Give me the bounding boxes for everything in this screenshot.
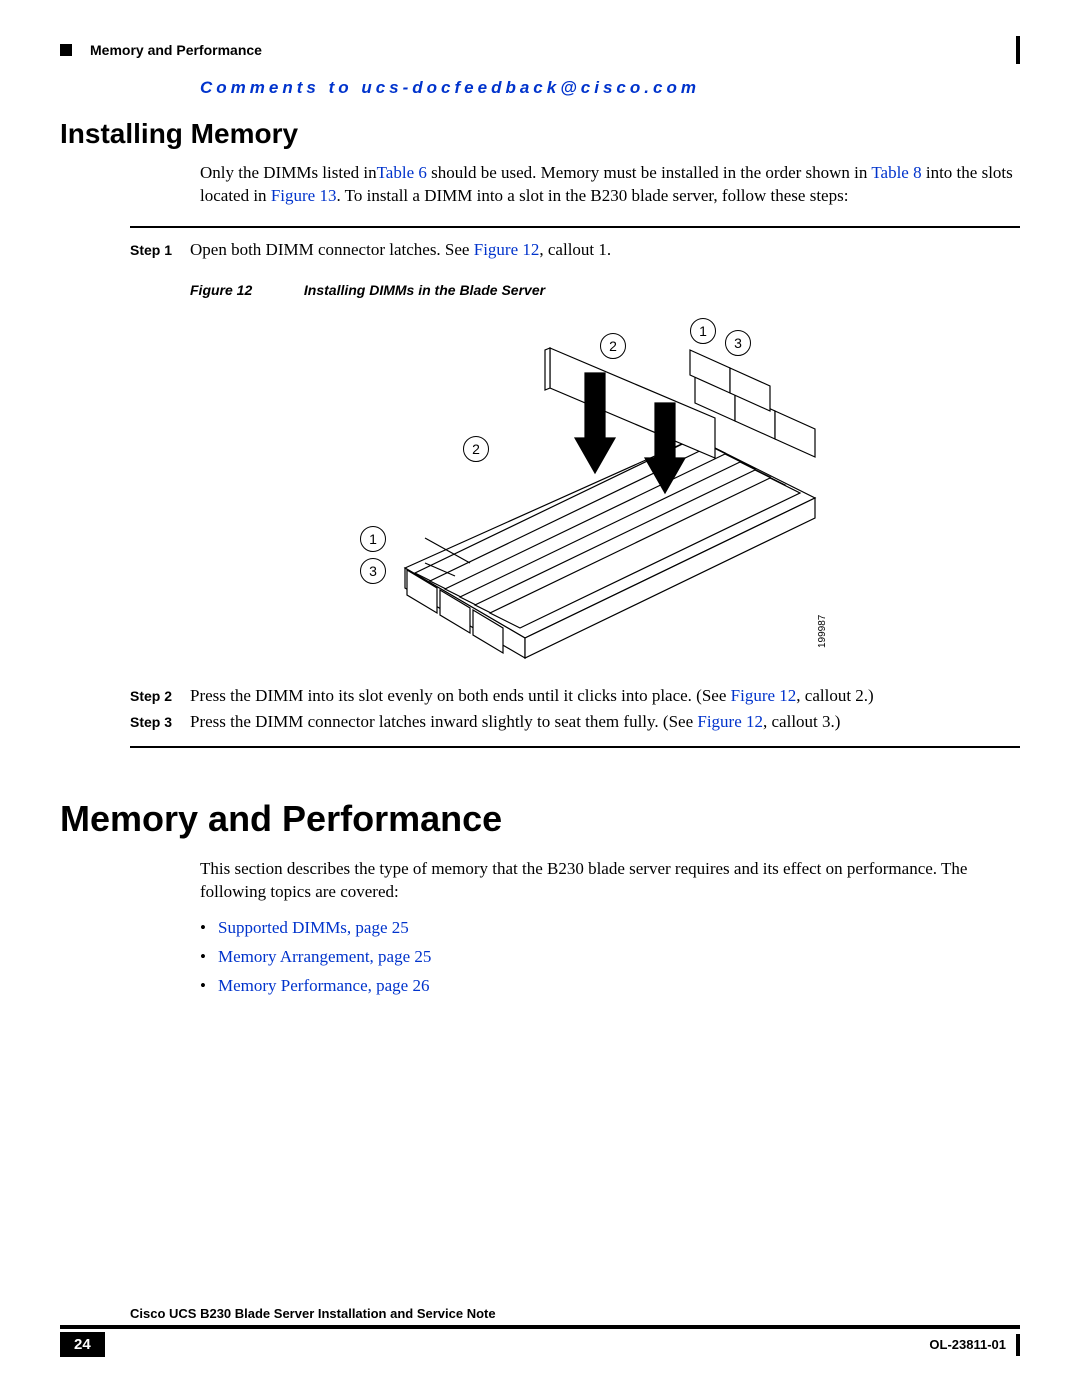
intro-paragraph: Only the DIMMs listed inTable 6 should b… <box>200 162 1020 208</box>
step-rule-bottom <box>130 746 1020 748</box>
step-label: Step 3 <box>130 712 190 732</box>
figure-id-text: 199987 <box>817 614 828 648</box>
feedback-line: Comments to ucs-docfeedback@cisco.com <box>200 78 1020 98</box>
link-memory-performance[interactable]: Memory Performance, page 26 <box>218 976 429 995</box>
header-breadcrumb: Memory and Performance <box>90 42 262 58</box>
step-label: Step 1 <box>130 240 190 260</box>
link-supported-dimms[interactable]: Supported DIMMs, page 25 <box>218 918 409 937</box>
doc-id: OL-23811-01 <box>929 1337 1006 1352</box>
callout-1-top: 1 <box>690 318 716 344</box>
link-table6[interactable]: Table 6 <box>377 163 427 182</box>
footer-title: Cisco UCS B230 Blade Server Installation… <box>130 1306 1020 1321</box>
page-header: Memory and Performance <box>60 40 1020 68</box>
callout-3-left: 3 <box>360 558 386 584</box>
topic-item: •Memory Performance, page 26 <box>200 972 1020 1001</box>
footer-bar-right-icon <box>1016 1334 1020 1356</box>
link-figure13[interactable]: Figure 13 <box>271 186 337 205</box>
intro-text: should be used. Memory must be installed… <box>427 163 871 182</box>
step-text-frag: Open both DIMM connector latches. See <box>190 240 474 259</box>
step-text-frag: Press the DIMM connector latches inward … <box>190 712 697 731</box>
step-label: Step 2 <box>130 686 190 706</box>
step-1: Step 1 Open both DIMM connector latches.… <box>130 240 1020 260</box>
page-number: 24 <box>60 1332 105 1357</box>
link-figure12[interactable]: Figure 12 <box>474 240 540 259</box>
header-square-icon <box>60 44 72 56</box>
step-text: Open both DIMM connector latches. See Fi… <box>190 240 1020 260</box>
link-figure12[interactable]: Figure 12 <box>731 686 797 705</box>
callout-2-top: 2 <box>600 333 626 359</box>
intro-text: Only the DIMMs listed in <box>200 163 377 182</box>
step-text-frag: , callout 1. <box>539 240 611 259</box>
link-figure12[interactable]: Figure 12 <box>697 712 763 731</box>
step-text-frag: , callout 3.) <box>763 712 840 731</box>
step-text: Press the DIMM into its slot evenly on b… <box>190 686 1020 706</box>
footer-row: 24 OL-23811-01 <box>60 1332 1020 1357</box>
step-text: Press the DIMM connector latches inward … <box>190 712 1020 732</box>
bullet-icon: • <box>200 914 218 943</box>
section-heading-memory: Memory and Performance <box>60 798 1020 840</box>
section-intro: This section describes the type of memor… <box>200 858 1020 904</box>
callout-2-left: 2 <box>463 436 489 462</box>
footer-rule <box>60 1325 1020 1329</box>
figure-dimm-install: 199987 1 3 2 2 1 3 <box>295 308 855 668</box>
intro-text: . To install a DIMM into a slot in the B… <box>336 186 848 205</box>
step-text-frag: , callout 2.) <box>796 686 873 705</box>
blade-server-illustration-icon: 199987 <box>295 308 855 668</box>
figure-title: Installing DIMMs in the Blade Server <box>304 282 545 298</box>
figure-caption: Figure 12 Installing DIMMs in the Blade … <box>190 282 1020 298</box>
step-text-frag: Press the DIMM into its slot evenly on b… <box>190 686 731 705</box>
link-table8[interactable]: Table 8 <box>871 163 921 182</box>
steps-block: Step 1 Open both DIMM connector latches.… <box>130 226 1020 748</box>
topic-item: •Memory Arrangement, page 25 <box>200 943 1020 972</box>
page-container: Memory and Performance Comments to ucs-d… <box>0 0 1080 1397</box>
header-bar-right-icon <box>1016 36 1020 64</box>
link-memory-arrangement[interactable]: Memory Arrangement, page 25 <box>218 947 431 966</box>
section-heading-installing: Installing Memory <box>60 118 1020 150</box>
bullet-icon: • <box>200 972 218 1001</box>
step-3: Step 3 Press the DIMM connector latches … <box>130 712 1020 732</box>
step-2: Step 2 Press the DIMM into its slot even… <box>130 686 1020 706</box>
callout-1-left: 1 <box>360 526 386 552</box>
figure-number: Figure 12 <box>190 282 300 298</box>
page-footer: Cisco UCS B230 Blade Server Installation… <box>60 1306 1020 1357</box>
topic-item: •Supported DIMMs, page 25 <box>200 914 1020 943</box>
bullet-icon: • <box>200 943 218 972</box>
step-rule-top <box>130 226 1020 228</box>
topic-list: •Supported DIMMs, page 25 •Memory Arrang… <box>200 914 1020 1001</box>
callout-3-top: 3 <box>725 330 751 356</box>
